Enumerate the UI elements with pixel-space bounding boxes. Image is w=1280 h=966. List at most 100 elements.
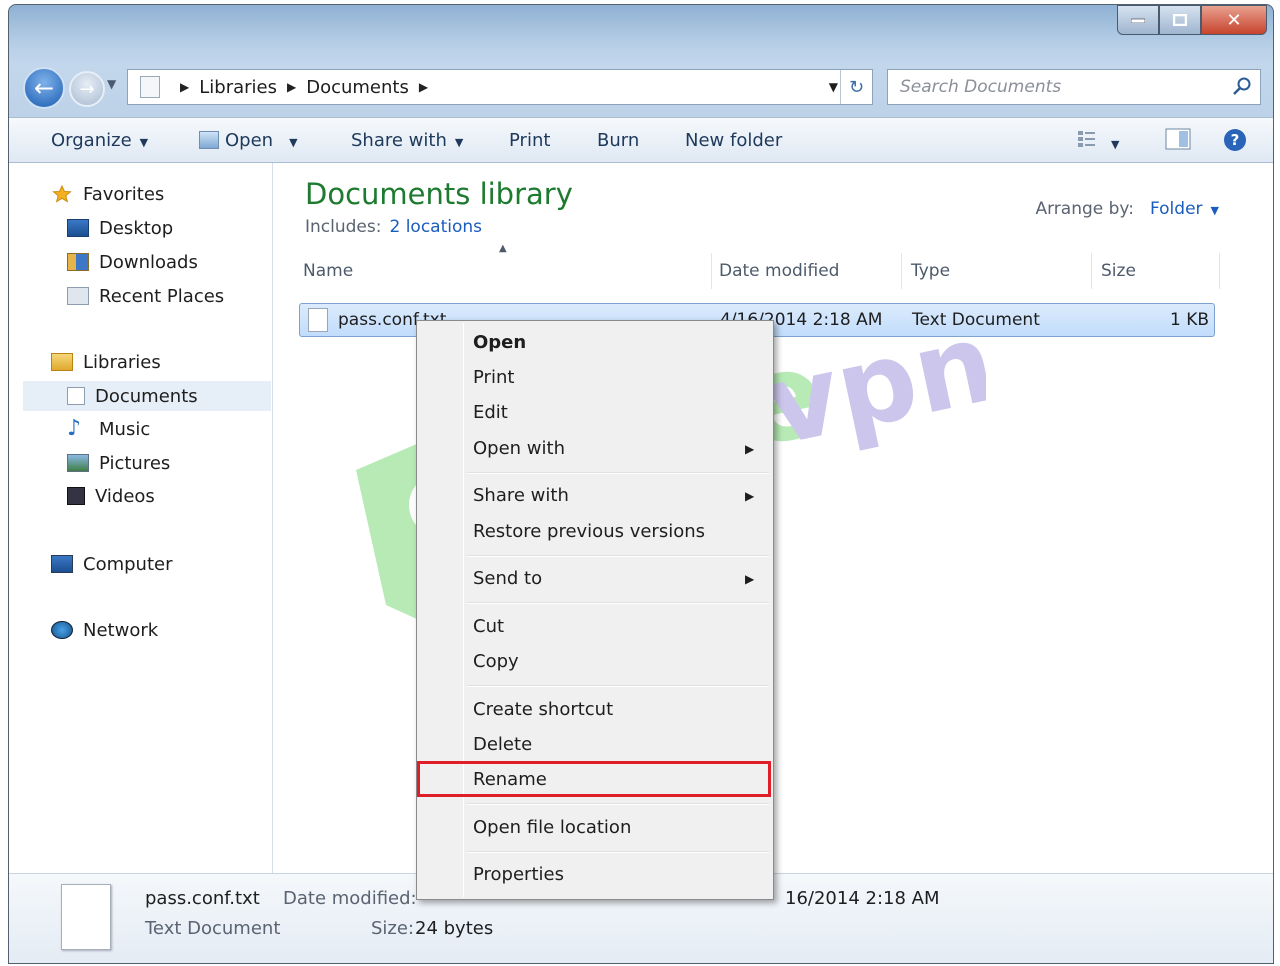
menu-item-share-with[interactable]: Share with (473, 485, 569, 506)
chevron-down-icon: ▼ (289, 136, 298, 149)
nav-downloads[interactable]: Downloads (67, 247, 198, 277)
star-icon (52, 185, 72, 203)
libraries-icon (51, 353, 73, 371)
nav-videos-label: Videos (95, 485, 155, 507)
column-divider[interactable] (711, 253, 712, 289)
address-dropdown-icon[interactable]: ▼ (829, 80, 838, 94)
print-label: Print (509, 130, 551, 151)
nav-network[interactable]: Network (51, 615, 158, 645)
chevron-down-icon[interactable]: ▼ (1211, 204, 1219, 217)
column-divider[interactable] (901, 253, 902, 289)
command-bar: Organize ▼ Open ▼ Share with ▼ Print Burn N… (9, 117, 1273, 163)
organize-label: Organize (51, 130, 132, 151)
music-icon: ♪ (67, 416, 82, 441)
details-date-modified-label: Date modified: (283, 888, 417, 909)
minimize-icon (1131, 18, 1145, 23)
close-button[interactable]: ✕ (1201, 5, 1267, 35)
open-label: Open (225, 130, 274, 151)
burn-button[interactable]: Burn (597, 130, 639, 151)
back-button[interactable]: ← (23, 67, 65, 109)
library-title: Documents library (305, 177, 573, 211)
details-size-label: Size: (371, 918, 415, 939)
menu-item-cut[interactable]: Cut (473, 616, 504, 637)
menu-separator (467, 472, 769, 474)
share-with-button[interactable]: Share with ▼ (351, 130, 463, 151)
search-icon[interactable] (1232, 76, 1252, 96)
includes-label: Includes: (305, 217, 382, 237)
nav-recent-places[interactable]: Recent Places (67, 281, 224, 311)
open-icon (199, 131, 219, 149)
column-header-name[interactable]: Name (303, 261, 353, 281)
documents-icon (67, 387, 85, 405)
view-options-button[interactable]: ▼ (1077, 130, 1119, 153)
menu-item-open-with[interactable]: Open with (473, 438, 565, 459)
menu-item-properties[interactable]: Properties (473, 864, 564, 885)
column-divider[interactable] (1219, 253, 1220, 289)
sort-ascending-icon: ▲ (499, 243, 507, 254)
breadcrumb-libraries[interactable]: Libraries (199, 77, 277, 98)
nav-pictures[interactable]: Pictures (67, 448, 170, 478)
nav-libraries[interactable]: Libraries (51, 347, 161, 377)
nav-documents-label: Documents (95, 385, 198, 407)
forward-button[interactable]: → (69, 71, 105, 107)
arrange-by-dropdown[interactable]: Folder (1150, 199, 1203, 219)
nav-computer[interactable]: Computer (51, 549, 172, 579)
nav-favorites[interactable]: Favorites (51, 179, 164, 209)
nav-desktop-label: Desktop (99, 217, 174, 239)
computer-icon (51, 555, 73, 573)
menu-item-send-to[interactable]: Send to (473, 568, 542, 589)
menu-item-delete[interactable]: Delete (473, 734, 532, 755)
menu-item-print[interactable]: Print (473, 367, 514, 388)
menu-item-copy[interactable]: Copy (473, 651, 519, 672)
includes-locations-link[interactable]: 2 locations (389, 217, 482, 237)
print-button[interactable]: Print (509, 130, 550, 151)
nav-videos[interactable]: Videos (67, 481, 155, 511)
menu-item-restore-previous-versions[interactable]: Restore previous versions (473, 521, 705, 542)
nav-recent-places-label: Recent Places (99, 285, 225, 307)
help-icon: ? (1224, 129, 1246, 151)
menu-item-create-shortcut[interactable]: Create shortcut (473, 699, 613, 720)
svg-text:?: ? (1231, 131, 1240, 149)
breadcrumb-separator-icon[interactable]: ▶ (180, 80, 189, 94)
menu-item-open[interactable]: Open (473, 332, 526, 353)
history-dropdown-icon[interactable]: ▼ (107, 77, 116, 91)
chevron-down-icon: ▼ (1111, 138, 1120, 151)
nav-music[interactable]: ♪ Music (67, 414, 150, 444)
search-input[interactable]: Search Documents (887, 69, 1261, 105)
search-placeholder: Search Documents (900, 77, 1062, 97)
details-file-type: Text Document (145, 918, 281, 939)
menu-item-open-file-location[interactable]: Open file location (473, 817, 631, 838)
menu-separator (467, 803, 769, 805)
breadcrumb-separator-icon[interactable]: ▶ (419, 80, 428, 94)
column-divider[interactable] (1091, 253, 1092, 289)
open-button[interactable]: Open ▼ (199, 130, 298, 151)
breadcrumb-documents[interactable]: Documents (306, 77, 409, 98)
minimize-button[interactable] (1117, 5, 1159, 35)
back-arrow-icon: ← (33, 74, 55, 102)
help-button[interactable]: ? (1223, 128, 1247, 157)
context-menu: Open Print Edit Open with ▶ Share with ▶… (416, 320, 774, 900)
menu-item-edit[interactable]: Edit (473, 402, 508, 423)
desktop-icon (67, 219, 89, 237)
network-icon (51, 621, 73, 639)
column-header-size[interactable]: Size (1101, 261, 1136, 281)
maximize-icon (1173, 14, 1187, 26)
column-header-type[interactable]: Type (911, 261, 950, 281)
menu-separator (467, 851, 769, 853)
nav-documents[interactable]: Documents (23, 381, 271, 411)
new-folder-button[interactable]: New folder (685, 130, 782, 151)
recent-places-icon (67, 287, 89, 305)
maximize-button[interactable] (1159, 5, 1201, 35)
forward-arrow-icon: → (79, 78, 95, 100)
nav-desktop[interactable]: Desktop (67, 213, 173, 243)
column-header-date-modified[interactable]: Date modified (719, 261, 839, 281)
view-options-icon (1078, 131, 1095, 147)
preview-pane-button[interactable] (1165, 128, 1191, 155)
burn-label: Burn (597, 130, 640, 151)
new-folder-label: New folder (685, 130, 783, 151)
details-size-value: 24 bytes (415, 918, 494, 939)
refresh-button[interactable]: ↻ (840, 70, 872, 104)
address-bar[interactable]: ▶ Libraries ▶ Documents ▶ ▼ ↻ (127, 69, 873, 105)
breadcrumb-separator-icon[interactable]: ▶ (287, 80, 296, 94)
organize-button[interactable]: Organize ▼ (51, 130, 148, 151)
